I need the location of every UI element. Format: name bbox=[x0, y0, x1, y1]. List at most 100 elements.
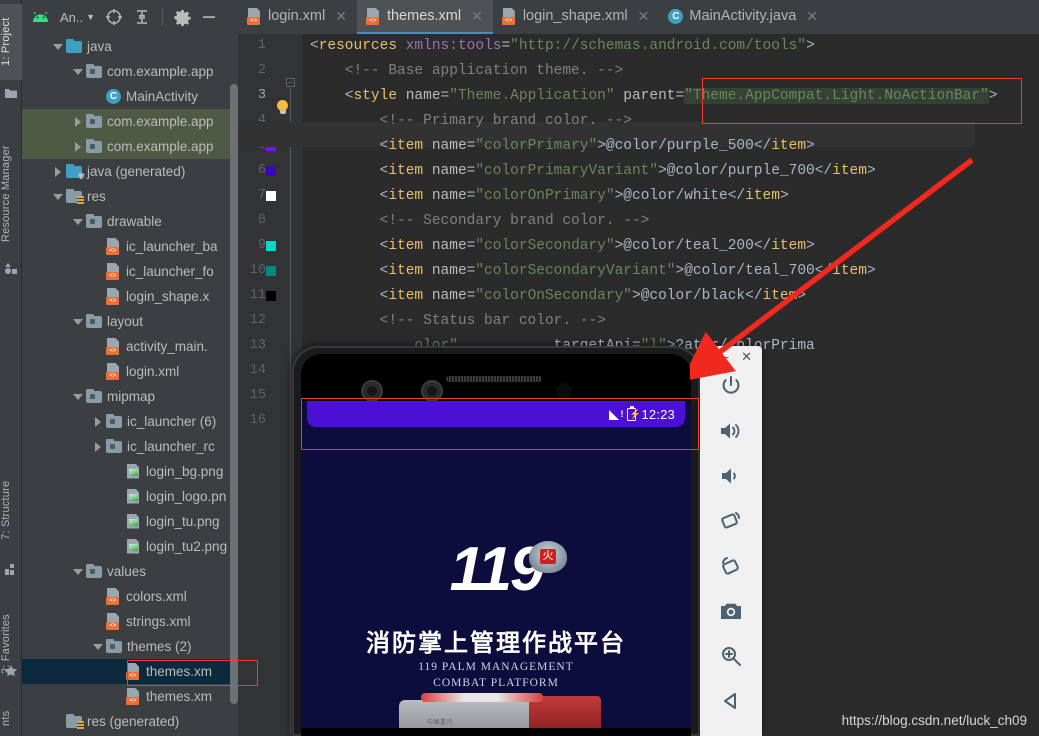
close-icon[interactable]: ✕ bbox=[741, 349, 752, 365]
tab-login-xml[interactable]: <> login.xml ✕ bbox=[238, 0, 357, 34]
tree-row[interactable]: <> ic_launcher_ba bbox=[22, 234, 238, 259]
app-module-selector[interactable]: An.. ▼ bbox=[55, 4, 100, 30]
project-tree-scrollbar[interactable] bbox=[230, 34, 238, 736]
tree-row[interactable]: com.example.app bbox=[22, 109, 238, 134]
tree-item-label: com.example.app bbox=[107, 114, 214, 129]
tree-row[interactable]: res (generated) bbox=[22, 709, 238, 734]
fold-marker[interactable]: − bbox=[286, 78, 295, 87]
close-icon[interactable]: ✕ bbox=[335, 8, 347, 25]
chevron-right-icon[interactable] bbox=[72, 141, 84, 153]
code-token: > bbox=[614, 238, 624, 254]
code-line[interactable]: <!-- Primary brand color. --> bbox=[310, 109, 632, 134]
chevron-down-icon[interactable] bbox=[72, 566, 84, 578]
tree-row[interactable]: layout bbox=[22, 309, 238, 334]
color-preview-swatch[interactable] bbox=[266, 291, 276, 301]
close-icon[interactable]: ✕ bbox=[806, 8, 818, 25]
phone-screen[interactable]: ! ⚡ 12:23 119 消防掌上管理作战平台 119 PALM MANAGE… bbox=[301, 401, 691, 728]
tree-row[interactable]: com.example.app bbox=[22, 59, 238, 84]
code-token: > bbox=[866, 163, 876, 179]
color-preview-swatch[interactable] bbox=[266, 241, 276, 251]
code-line[interactable]: <item name="colorOnSecondary">@color/bla… bbox=[310, 284, 806, 309]
tree-row[interactable]: <> ic_launcher_fo bbox=[22, 259, 238, 284]
code-line[interactable]: <item name="colorSecondaryVariant">@colo… bbox=[310, 259, 876, 284]
code-line[interactable]: <!-- Status bar color. --> bbox=[310, 309, 606, 334]
tree-row[interactable]: <> strings.xml bbox=[22, 609, 238, 634]
settings-gear-icon[interactable] bbox=[169, 4, 196, 30]
sidebar-item-structure[interactable]: 7: Structure bbox=[0, 462, 22, 558]
code-line[interactable]: <resources xmlns:tools="http://schemas.a… bbox=[310, 34, 815, 59]
code-token: @color/purple_500 bbox=[605, 138, 754, 154]
tree-row[interactable]: res bbox=[22, 184, 238, 209]
tree-row[interactable]: <> activity_main. bbox=[22, 334, 238, 359]
camera-icon[interactable] bbox=[716, 597, 746, 625]
tree-row[interactable]: login_tu2.png bbox=[22, 534, 238, 559]
tree-row[interactable]: ic_launcher (6) bbox=[22, 409, 238, 434]
code-line[interactable]: <style name="Theme.Application" parent="… bbox=[310, 84, 997, 109]
chevron-right-icon[interactable] bbox=[72, 116, 84, 128]
chevron-down-icon[interactable] bbox=[72, 391, 84, 403]
chevron-down-icon[interactable] bbox=[72, 316, 84, 328]
code-line[interactable]: <item name="colorPrimaryVariant">@color/… bbox=[310, 159, 876, 184]
volume-up-icon[interactable] bbox=[716, 417, 746, 445]
color-preview-swatch[interactable] bbox=[266, 266, 276, 276]
code-line[interactable]: <!-- Secondary brand color. --> bbox=[310, 209, 650, 234]
emulator-side-toolbar[interactable]: − ✕ bbox=[700, 346, 762, 736]
tree-row[interactable]: com.example.app bbox=[22, 134, 238, 159]
code-line[interactable]: <item name="colorPrimary">@color/purple_… bbox=[310, 134, 815, 159]
sidebar-item-events[interactable]: nts bbox=[0, 700, 22, 736]
tab-themes-xml[interactable]: <> themes.xml ✕ bbox=[356, 0, 493, 34]
rotate-right-icon[interactable] bbox=[716, 552, 746, 580]
target-icon[interactable] bbox=[100, 4, 128, 30]
minimize-icon[interactable] bbox=[196, 4, 222, 30]
emulator-window[interactable]: ! ⚡ 12:23 119 消防掌上管理作战平台 119 PALM MANAGE… bbox=[292, 346, 774, 736]
tree-row[interactable]: login_bg.png bbox=[22, 459, 238, 484]
tree-row[interactable]: themes (2) bbox=[22, 634, 238, 659]
tree-row[interactable]: C MainActivity bbox=[22, 84, 238, 109]
code-line[interactable]: <!-- Base application theme. --> bbox=[310, 59, 623, 84]
collapse-icon[interactable] bbox=[128, 4, 156, 30]
sidebar-item-resource-manager-label: Resource Manager bbox=[0, 145, 12, 243]
intention-bulb-icon[interactable] bbox=[276, 100, 289, 114]
sidebar-item-project[interactable]: 1: Project bbox=[0, 4, 22, 80]
power-icon[interactable] bbox=[716, 372, 746, 400]
code-token: < bbox=[310, 88, 354, 104]
minimize-icon[interactable]: − bbox=[722, 350, 730, 365]
chevron-right-icon[interactable] bbox=[52, 166, 64, 178]
tree-row[interactable]: <> colors.xml bbox=[22, 584, 238, 609]
tree-row[interactable]: <> login_shape.x bbox=[22, 284, 238, 309]
chevron-right-icon[interactable] bbox=[92, 441, 104, 453]
folder-blue-icon bbox=[66, 39, 82, 53]
code-line[interactable]: <item name="colorSecondary">@color/teal_… bbox=[310, 234, 815, 259]
color-preview-swatch[interactable] bbox=[266, 191, 276, 201]
close-icon[interactable]: ✕ bbox=[471, 8, 483, 25]
project-tree-panel[interactable]: java com.example.app C MainActivity com.exam… bbox=[22, 34, 238, 736]
sidebar-item-resource-manager[interactable]: Resource Manager bbox=[0, 130, 22, 258]
back-icon[interactable] bbox=[716, 687, 746, 715]
tree-row[interactable]: ic_launcher_rc bbox=[22, 434, 238, 459]
tree-row[interactable]: drawable bbox=[22, 209, 238, 234]
color-preview-swatch[interactable] bbox=[266, 166, 276, 176]
volume-down-icon[interactable] bbox=[716, 462, 746, 490]
rotate-left-icon[interactable] bbox=[716, 507, 746, 535]
chevron-down-icon[interactable] bbox=[52, 191, 64, 203]
tree-row[interactable]: <> themes.xm bbox=[22, 684, 238, 709]
chevron-right-icon[interactable] bbox=[92, 416, 104, 428]
close-icon[interactable]: ✕ bbox=[638, 8, 650, 25]
tree-row[interactable]: java (generated) bbox=[22, 159, 238, 184]
code-line[interactable]: <item name="colorOnPrimary">@color/white… bbox=[310, 184, 789, 209]
chevron-down-icon[interactable] bbox=[52, 41, 64, 53]
tree-row[interactable]: login_logo.pn bbox=[22, 484, 238, 509]
scrollbar-thumb[interactable] bbox=[230, 84, 238, 704]
tree-row[interactable]: values bbox=[22, 559, 238, 584]
tree-row[interactable]: <> login.xml bbox=[22, 359, 238, 384]
tree-row[interactable]: <> themes.xm bbox=[22, 659, 238, 684]
tree-row[interactable]: login_tu.png bbox=[22, 509, 238, 534]
tree-row[interactable]: mipmap bbox=[22, 384, 238, 409]
chevron-down-icon[interactable] bbox=[92, 641, 104, 653]
chevron-down-icon[interactable] bbox=[72, 66, 84, 78]
tab-mainactivity-java[interactable]: C MainActivity.java ✕ bbox=[659, 0, 828, 34]
tree-row[interactable]: java bbox=[22, 34, 238, 59]
tab-login-shape-xml[interactable]: <> login_shape.xml ✕ bbox=[493, 0, 660, 34]
chevron-down-icon[interactable] bbox=[72, 216, 84, 228]
zoom-icon[interactable] bbox=[716, 642, 746, 670]
